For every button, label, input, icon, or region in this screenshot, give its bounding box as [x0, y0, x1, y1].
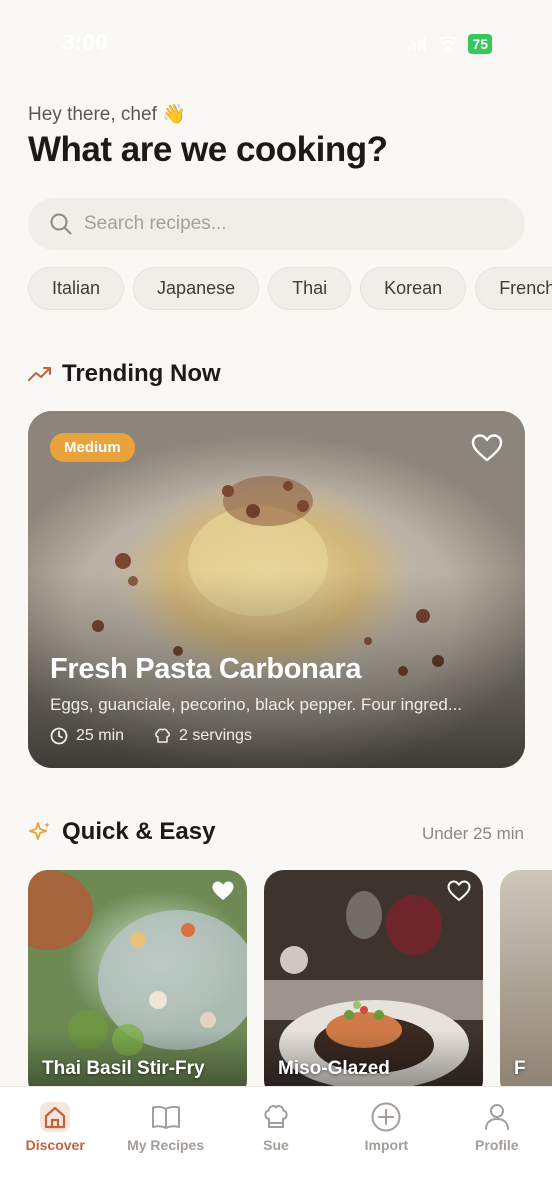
- person-icon: [484, 1104, 509, 1130]
- recipe-title: Fresh Pasta Carbonara: [50, 653, 362, 685]
- quick-recipe-list: Thai Basil Stir-Fry Miso-Glazed F: [28, 870, 552, 1090]
- battery-indicator: 75: [468, 34, 492, 54]
- trending-recipe-card[interactable]: Medium Fresh Pasta Carbonara Eggs, guanc…: [28, 411, 525, 768]
- signal-icon: [408, 37, 427, 51]
- tab-my-recipes[interactable]: My Recipes: [110, 1087, 220, 1200]
- chip-italian[interactable]: Italian: [28, 267, 125, 310]
- trending-title: Trending Now: [62, 360, 221, 387]
- recipe-photo: [264, 891, 483, 1090]
- tab-label: My Recipes: [127, 1137, 205, 1153]
- clock-icon: [50, 727, 68, 745]
- chef-hat-icon: [264, 1104, 288, 1128]
- tab-label: Discover: [25, 1137, 85, 1153]
- chip-korean[interactable]: Korean: [360, 267, 467, 310]
- quick-recipe-card[interactable]: Thai Basil Stir-Fry: [28, 870, 247, 1090]
- status-bar: 3:00 75: [0, 0, 552, 90]
- quick-recipe-title: Miso-Glazed: [278, 1058, 390, 1079]
- sparkle-icon: [29, 822, 50, 840]
- recipe-photo: [28, 870, 247, 1090]
- bottom-tab-bar: Discover My Recipes Sue Import Profile: [0, 1086, 552, 1200]
- greeting: Hey there, chef 👋: [28, 104, 186, 125]
- tab-profile[interactable]: Profile: [442, 1087, 552, 1200]
- tab-label: Import: [364, 1137, 409, 1153]
- quick-recipe-card[interactable]: Miso-Glazed: [264, 870, 483, 1090]
- recipe-servings: 2 servings: [179, 727, 252, 744]
- status-time: 3:00: [62, 30, 109, 55]
- chip-french[interactable]: French: [475, 267, 552, 310]
- tab-discover[interactable]: Discover: [0, 1087, 110, 1200]
- chip-japanese[interactable]: Japanese: [133, 267, 260, 310]
- status-icons: 75: [408, 34, 492, 54]
- wifi-icon: [438, 36, 459, 51]
- quick-recipe-title: F: [514, 1058, 526, 1079]
- page-title: What are we cooking?: [28, 130, 388, 169]
- tab-label: Profile: [475, 1137, 519, 1153]
- search-icon: [50, 213, 72, 235]
- trending-header: Trending Now: [28, 360, 221, 388]
- category-chips: Italian Japanese Thai Korean French: [28, 267, 552, 311]
- chef-hat-icon: [155, 728, 170, 743]
- favorite-heart-icon[interactable]: [447, 880, 471, 902]
- quick-recipe-title: Thai Basil Stir-Fry: [42, 1058, 205, 1079]
- tab-import[interactable]: Import: [331, 1087, 441, 1200]
- tab-label: Sue: [263, 1137, 289, 1153]
- recipe-description: Eggs, guanciale, pecorino, black pepper.…: [50, 695, 463, 714]
- chip-thai[interactable]: Thai: [268, 267, 352, 310]
- quick-title: Quick & Easy: [62, 818, 216, 845]
- trending-up-icon: [28, 367, 51, 381]
- recipe-meta: 25 min 2 servings: [50, 727, 252, 745]
- favorite-heart-icon[interactable]: [211, 880, 235, 902]
- search-bar[interactable]: [28, 198, 525, 250]
- home-icon: [40, 1102, 71, 1132]
- search-input[interactable]: [84, 213, 484, 235]
- difficulty-badge: Medium: [50, 433, 135, 462]
- quick-recipe-card[interactable]: F: [500, 870, 552, 1090]
- plus-circle-icon: [371, 1102, 401, 1132]
- favorite-heart-icon[interactable]: [471, 433, 503, 463]
- recipe-time: 25 min: [76, 727, 125, 744]
- quick-filter-meta: Under 25 min: [421, 824, 524, 843]
- book-icon: [151, 1105, 180, 1129]
- quick-header: Quick & Easy: [28, 818, 215, 846]
- tab-sue[interactable]: Sue: [221, 1087, 331, 1200]
